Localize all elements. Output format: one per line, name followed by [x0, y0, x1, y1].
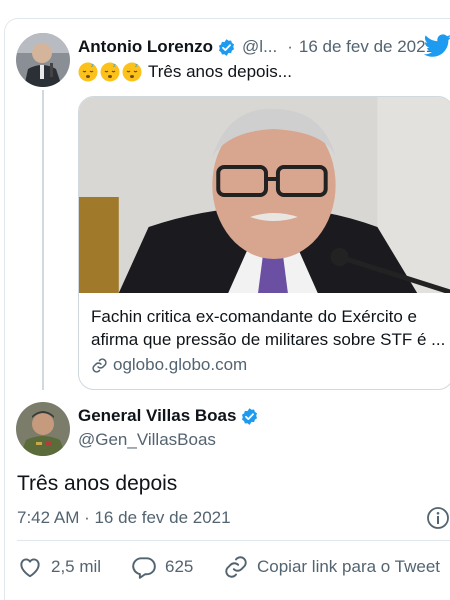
tweet-timestamp[interactable]: 7:42 AM · 16 de fev de 2021: [17, 508, 231, 528]
main-author-name[interactable]: General Villas Boas: [78, 406, 236, 426]
author-avatar[interactable]: [16, 33, 70, 87]
sleeping-face-emoji: z: [100, 62, 120, 82]
sleeping-face-emoji: z: [122, 62, 142, 82]
copy-link-label: Copiar link para o Tweet: [257, 557, 441, 576]
tweet-actions: 2,5 mil 625 Copiar link para o Tweet: [17, 552, 450, 582]
link-preview-title[interactable]: Fachin critica ex-comandante do Exército…: [91, 305, 450, 351]
main-author-handle[interactable]: @Gen_VillasBoas: [78, 430, 216, 450]
sleeping-face-emoji: z: [78, 62, 98, 82]
like-count: 2,5 mil: [51, 557, 102, 576]
reply-button[interactable]: 625: [131, 552, 193, 582]
reply-count: 625: [165, 557, 194, 576]
main-tweet-text: Três anos depois: [17, 472, 178, 495]
main-author-avatar[interactable]: [16, 402, 70, 456]
link-icon: [92, 357, 107, 373]
main-author-header: General Villas Boas: [78, 406, 259, 426]
link-preview-card[interactable]: Fachin critica ex-comandante do Exército…: [78, 96, 450, 390]
divider: [17, 540, 450, 541]
quoted-tweet-date[interactable]: 16 de fev de 2021: [299, 37, 435, 57]
like-button[interactable]: 2,5 mil: [17, 552, 101, 582]
link-preview-domain: oglobo.globo.com: [113, 355, 248, 374]
chain-link-icon: [225, 556, 247, 578]
verified-badge-icon: [219, 38, 235, 56]
info-icon[interactable]: [426, 506, 450, 530]
thread-connector: [42, 90, 44, 390]
svg-text:z: z: [135, 63, 138, 69]
twitter-bird-icon[interactable]: [424, 34, 450, 58]
svg-text:z: z: [113, 63, 116, 69]
quoted-author-handle[interactable]: @l...: [242, 37, 277, 57]
separator-dot: ·: [287, 37, 293, 56]
copy-link-button[interactable]: Copiar link para o Tweet: [223, 552, 440, 582]
reply-bubble-icon: [132, 557, 156, 579]
quoted-author-name[interactable]: Antonio Lorenzo: [78, 37, 213, 57]
quoted-tweet-body: Três anos depois...: [148, 62, 292, 81]
svg-text:z: z: [91, 63, 94, 69]
link-preview-domain-row: oglobo.globo.com: [91, 355, 247, 375]
link-preview-image: [79, 97, 450, 293]
quoted-tweet-header: Antonio Lorenzo @l... · 16 de fev de 202…: [78, 36, 435, 58]
verified-badge-icon: [242, 407, 258, 425]
heart-icon: [20, 558, 40, 578]
quoted-tweet-text: z z z Três anos depois...: [78, 62, 292, 82]
